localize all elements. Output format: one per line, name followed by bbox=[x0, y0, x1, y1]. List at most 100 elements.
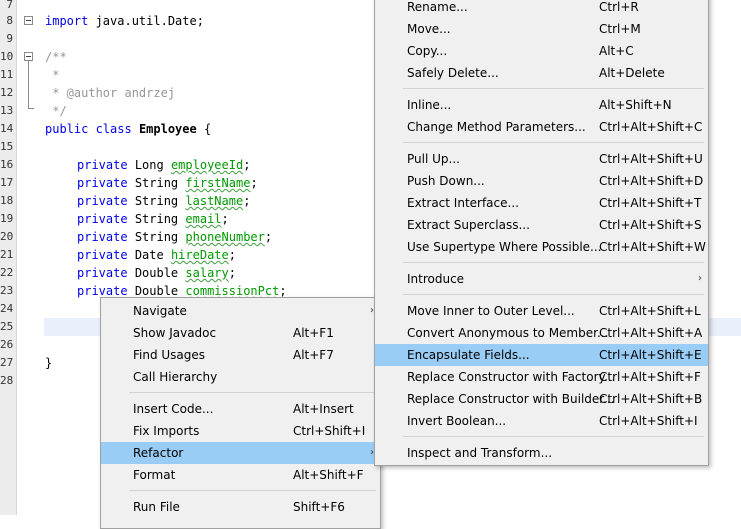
menu-item-shortcut: Alt+Shift+N bbox=[599, 98, 672, 112]
menu-item-rename[interactable]: Rename... Ctrl+R bbox=[375, 0, 708, 18]
brace: { bbox=[196, 122, 212, 136]
menu-item-shortcut: Ctrl+Shift+I bbox=[293, 424, 366, 438]
keyword: private bbox=[77, 212, 128, 226]
menu-item-move-inner-to-outer[interactable]: Move Inner to Outer Level... Ctrl+Alt+Shi… bbox=[375, 300, 708, 322]
menu-separator bbox=[403, 294, 704, 295]
keyword: private bbox=[77, 230, 128, 244]
menu-item-label: Use Supertype Where Possible... bbox=[407, 240, 602, 254]
menu-item-invert-boolean[interactable]: Invert Boolean... Ctrl+Alt+Shift+I bbox=[375, 410, 708, 432]
line-number: 26 bbox=[0, 338, 14, 351]
menu-item-shortcut: Ctrl+R bbox=[599, 0, 639, 14]
menu-item-push-down[interactable]: Push Down... Ctrl+Alt+Shift+D bbox=[375, 170, 708, 192]
menu-item-label: Inspect and Transform... bbox=[407, 446, 553, 460]
menu-item-refactor[interactable]: Refactor › bbox=[101, 442, 380, 464]
menu-item-shortcut: Ctrl+Alt+Shift+A bbox=[599, 326, 703, 340]
menu-item-label: Safely Delete... bbox=[407, 66, 499, 80]
menu-item-insert-code[interactable]: Insert Code... Alt+Insert bbox=[101, 398, 380, 420]
line-number: 28 bbox=[0, 374, 14, 387]
menu-item-copy[interactable]: Copy... Alt+C bbox=[375, 40, 708, 62]
keyword: import bbox=[45, 14, 89, 28]
code-line-class-decl: public class Employee { bbox=[45, 120, 211, 138]
menu-item-safely-delete[interactable]: Safely Delete... Alt+Delete bbox=[375, 62, 708, 84]
comment-line: /** bbox=[45, 50, 67, 64]
menu-separator bbox=[403, 142, 704, 143]
field-declaration: private String firstName; bbox=[77, 176, 258, 190]
menu-item-label: Show Javadoc bbox=[133, 326, 217, 340]
submenu-arrow-icon: › bbox=[698, 273, 702, 284]
fold-toggle-icon[interactable] bbox=[24, 16, 33, 25]
editor-context-menu: Navigate › Show Javadoc Alt+F1 Find Usages… bbox=[100, 297, 381, 529]
field-declaration: private String email; bbox=[77, 212, 229, 226]
menu-item-label: Fix Imports bbox=[133, 424, 200, 438]
menu-item-shortcut: Ctrl+M bbox=[599, 22, 641, 36]
field-name: phoneNumber bbox=[185, 230, 265, 244]
field-name: employeeId bbox=[170, 158, 244, 172]
menu-item-use-supertype[interactable]: Use Supertype Where Possible... Ctrl+Alt+… bbox=[375, 236, 708, 258]
type-name: Date bbox=[134, 248, 164, 262]
line-number: 20 bbox=[0, 230, 14, 243]
line-number-gutter: 7 8 9 10 11 12 13 14 15 16 17 18 19 20 2… bbox=[0, 0, 17, 515]
menu-item-fix-imports[interactable]: Fix Imports Ctrl+Shift+I bbox=[101, 420, 380, 442]
keyword: private bbox=[77, 158, 128, 172]
menu-item-convert-anonymous[interactable]: Convert Anonymous to Member... Ctrl+Alt+S… bbox=[375, 322, 708, 344]
menu-item-label: Insert Code... bbox=[133, 402, 214, 416]
menu-item-inspect-and-transform[interactable]: Inspect and Transform... bbox=[375, 442, 708, 464]
menu-item-call-hierarchy[interactable]: Call Hierarchy bbox=[101, 366, 380, 388]
menu-item-shortcut: Ctrl+Alt+Shift+U bbox=[599, 152, 703, 166]
menu-item-label: Invert Boolean... bbox=[407, 414, 507, 428]
menu-item-label: Move Inner to Outer Level... bbox=[407, 304, 575, 318]
menu-item-label: Replace Constructor with Factory... bbox=[407, 370, 616, 384]
menu-item-shortcut: Alt+Insert bbox=[293, 402, 354, 416]
keyword: private bbox=[77, 176, 128, 190]
menu-item-replace-constructor-builder[interactable]: Replace Constructor with Builder... Ctrl+… bbox=[375, 388, 708, 410]
menu-item-replace-constructor-factory[interactable]: Replace Constructor with Factory... Ctrl+… bbox=[375, 366, 708, 388]
menu-item-navigate[interactable]: Navigate › bbox=[101, 300, 380, 322]
menu-item-label: Rename... bbox=[407, 0, 468, 14]
menu-separator bbox=[129, 490, 376, 491]
menu-item-label: Pull Up... bbox=[407, 152, 460, 166]
fold-guide-end bbox=[28, 108, 34, 109]
menu-item-encapsulate-fields[interactable]: Encapsulate Fields... Ctrl+Alt+Shift+E bbox=[375, 344, 708, 366]
menu-item-format[interactable]: Format Alt+Shift+F bbox=[101, 464, 380, 486]
menu-item-label: Extract Interface... bbox=[407, 196, 519, 210]
line-number: 27 bbox=[0, 356, 14, 369]
field-name: email bbox=[185, 212, 222, 226]
menu-item-label: Navigate bbox=[133, 304, 187, 318]
fold-toggle-icon[interactable] bbox=[24, 52, 33, 61]
line-number: 17 bbox=[0, 176, 14, 189]
menu-item-shortcut: Alt+F7 bbox=[293, 348, 334, 362]
menu-item-label: Encapsulate Fields... bbox=[407, 348, 530, 362]
menu-item-shortcut: Ctrl+Alt+Shift+E bbox=[599, 348, 702, 362]
menu-item-introduce[interactable]: Introduce › bbox=[375, 268, 708, 290]
menu-item-label: Format bbox=[133, 468, 176, 482]
menu-item-inline[interactable]: Inline... Alt+Shift+N bbox=[375, 94, 708, 116]
menu-item-show-javadoc[interactable]: Show Javadoc Alt+F1 bbox=[101, 322, 380, 344]
menu-separator bbox=[403, 262, 704, 263]
menu-item-label: Move... bbox=[407, 22, 451, 36]
code-line-import: import java.util.Date; bbox=[45, 12, 204, 30]
menu-item-extract-superclass[interactable]: Extract Superclass... Ctrl+Alt+Shift+S bbox=[375, 214, 708, 236]
line-number: 23 bbox=[0, 284, 14, 297]
field-name: hireDate bbox=[170, 248, 229, 262]
line-number: 9 bbox=[6, 32, 13, 45]
menu-item-shortcut: Ctrl+Alt+Shift+W bbox=[599, 240, 706, 254]
field-declaration: private String lastName; bbox=[77, 194, 251, 208]
type-name: Long bbox=[134, 158, 164, 172]
menu-separator bbox=[403, 436, 704, 437]
menu-item-pull-up[interactable]: Pull Up... Ctrl+Alt+Shift+U bbox=[375, 148, 708, 170]
menu-item-label: Call Hierarchy bbox=[133, 370, 218, 384]
menu-item-shortcut: Ctrl+Alt+Shift+B bbox=[599, 392, 703, 406]
line-number: 16 bbox=[0, 158, 14, 171]
menu-item-extract-interface[interactable]: Extract Interface... Ctrl+Alt+Shift+T bbox=[375, 192, 708, 214]
fold-guide bbox=[28, 61, 29, 109]
line-number: 8 bbox=[6, 14, 13, 27]
menu-item-label: Extract Superclass... bbox=[407, 218, 530, 232]
menu-item-shortcut: Ctrl+Alt+Shift+T bbox=[599, 196, 702, 210]
comment-line: * bbox=[45, 68, 60, 82]
menu-item-find-usages[interactable]: Find Usages Alt+F7 bbox=[101, 344, 380, 366]
closing-brace: } bbox=[45, 356, 53, 370]
menu-item-change-method-parameters[interactable]: Change Method Parameters... Ctrl+Alt+Shif… bbox=[375, 116, 708, 138]
menu-item-move[interactable]: Move... Ctrl+M bbox=[375, 18, 708, 40]
field-declaration: private String phoneNumber; bbox=[77, 230, 273, 244]
field-declaration: private Double salary; bbox=[77, 266, 236, 280]
